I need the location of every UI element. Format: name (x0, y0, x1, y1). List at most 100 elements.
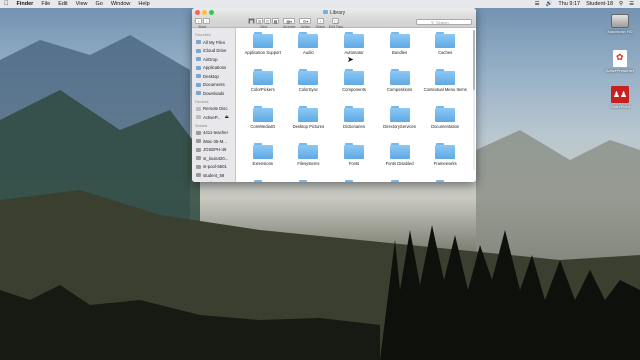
folder-icon (298, 106, 319, 122)
user-name[interactable]: Student-18 (586, 1, 613, 7)
file-browser: Application Support Audio Automator Bundles… (236, 28, 476, 182)
desktop-icon (196, 74, 201, 79)
folder-name: Extensions (252, 161, 274, 166)
menu-edit[interactable]: Edit (58, 1, 67, 7)
sidebar-item-all-my-files[interactable]: All My Files (192, 38, 235, 47)
hard-drive-icon (611, 14, 629, 28)
folder-item[interactable]: Extensions (240, 143, 286, 174)
sidebar-item-shared-0[interactable]: 4411-teacher (192, 129, 235, 138)
eject-icon[interactable]: ⏏ (225, 114, 229, 120)
menu-go[interactable]: Go (96, 1, 103, 7)
sidebar-item-shared-3[interactable]: st_louis420... (192, 154, 235, 163)
search-input[interactable]: ⚲ Search (416, 19, 472, 25)
column-view-button[interactable]: ◫ (264, 18, 271, 24)
folder-item[interactable]: Graphics (240, 180, 286, 182)
folder-item[interactable]: ColorPickers (240, 69, 286, 100)
action-gear-icon[interactable]: ⚙▾ (299, 18, 312, 24)
folder-item[interactable]: Contextual Menu Items (422, 69, 468, 100)
title-bar[interactable]: Library (192, 8, 476, 17)
folder-item[interactable]: Desktop Pictures (286, 106, 332, 137)
sidebar-item-shared-5[interactable]: student_58 (192, 171, 235, 180)
folder-item[interactable]: CoreMediaIO (240, 106, 286, 137)
sidebar-item-activepresenter[interactable]: ActiveP... ⏏ (192, 113, 235, 122)
sidebar-item-icloud-drive[interactable]: iCloud Drive (192, 47, 235, 56)
spotlight-icon[interactable]: ⚲ (619, 1, 623, 7)
folder-name: Bundles (392, 50, 408, 55)
folder-item[interactable]: Caches (422, 32, 468, 63)
share-icon[interactable]: ↑ (316, 18, 324, 24)
folder-icon (344, 180, 364, 182)
folder-name: Fonts Disabled (385, 161, 414, 166)
folder-item[interactable]: Components (331, 69, 377, 100)
folder-item[interactable]: Frameworks (422, 143, 468, 174)
apple-menu-icon[interactable]:  (4, 1, 9, 7)
finder-window: Library ‹ › Back ▦ ☰ ◫ ▩ View ▦▾ Arrange… (192, 8, 476, 182)
folder-icon (252, 32, 273, 48)
folder-item[interactable]: Image Capture (286, 180, 332, 182)
folder-icon (298, 143, 319, 159)
folder-name: Caches (438, 50, 453, 55)
menu-help[interactable]: Help (138, 1, 149, 7)
menu-view[interactable]: View (76, 1, 88, 7)
folder-name: ColorPickers (250, 87, 275, 92)
people-icon: ♟♟ (611, 86, 629, 103)
folder-item[interactable]: iTunes (422, 180, 468, 182)
folder-item[interactable]: Audio (286, 32, 332, 63)
desktop-icon-activepresenter[interactable]: ActivePresenter (600, 50, 640, 73)
folder-name: Documentation (431, 124, 460, 129)
folder-item[interactable]: Internet Plug-Ins (377, 180, 423, 182)
clock[interactable]: Thu 9:17 (558, 1, 580, 7)
vertical-scrollbar[interactable] (473, 30, 475, 170)
sidebar-item-shared-2[interactable]: JOSEPH-49 (192, 146, 235, 155)
volume-icon[interactable]: 🔊 (546, 1, 553, 7)
folder-icon (389, 143, 410, 159)
menu-file[interactable]: File (41, 1, 50, 7)
folder-item[interactable]: Documentation (422, 106, 468, 137)
folder-item[interactable]: Fonts (331, 143, 377, 174)
notification-center-icon[interactable]: ☰ (629, 1, 634, 7)
folder-item[interactable]: Filesystems (286, 143, 332, 174)
folder-icon (390, 180, 410, 182)
menu-app-name[interactable]: Finder (17, 1, 34, 7)
sidebar-item-documents[interactable]: Documents (192, 81, 235, 90)
sidebar-item-applications[interactable]: Applications (192, 64, 235, 73)
scrollbar-thumb[interactable] (473, 30, 475, 90)
folder-name: DirectoryServices (383, 124, 416, 129)
folder-name: Dictionaries (343, 124, 365, 129)
folder-name: ColorSync (298, 87, 319, 92)
disk-icon (196, 115, 201, 120)
folder-item[interactable]: Dictionaries (331, 106, 377, 137)
back-button[interactable]: ‹ (195, 18, 202, 24)
list-view-button[interactable]: ☰ (256, 18, 263, 24)
folder-item[interactable]: DirectoryServices (377, 106, 423, 137)
sidebar-item-desktop[interactable]: Desktop (192, 72, 235, 81)
sidebar-item-downloads[interactable]: Downloads (192, 89, 235, 98)
folder-name: Components (342, 87, 366, 92)
arrange-button[interactable]: ▦▾ (283, 18, 296, 24)
sidebar-item-shared-6[interactable]: teacher_1 (192, 180, 235, 182)
sidebar-item-airdrop[interactable]: AirDrop (192, 55, 235, 64)
icon-view-button[interactable]: ▦ (248, 18, 255, 24)
folder-item[interactable]: Application Support (240, 32, 286, 63)
disc-icon (196, 106, 201, 111)
folder-item[interactable]: Compositions (377, 69, 423, 100)
folder-icon (435, 32, 456, 48)
sidebar-item-remote-disc[interactable]: Remote Disc (192, 105, 235, 114)
tag-icon[interactable]: ◯ (332, 18, 340, 24)
cover-flow-button[interactable]: ▩ (272, 18, 279, 24)
folder-item[interactable]: Bundles (377, 32, 423, 63)
folder-item[interactable]: Fonts Disabled (377, 143, 423, 174)
folder-item[interactable]: Input Methods (331, 180, 377, 182)
folder-icon (389, 69, 410, 85)
wifi-icon[interactable]: ☰ (535, 1, 540, 7)
sidebar-item-shared-4[interactable]: st-pool-5501 (192, 163, 235, 172)
folder-icon (252, 143, 273, 159)
desktop-icon-sharepoint[interactable]: ♟♟ SharePoint (600, 86, 640, 109)
sidebar: Favorites All My Files iCloud Drive AirD… (192, 28, 236, 182)
desktop-icon-macintosh-hd[interactable]: Macintosh HD (600, 14, 640, 34)
forward-button[interactable]: › (203, 18, 210, 24)
menu-window[interactable]: Window (111, 1, 131, 7)
sidebar-item-shared-1[interactable]: iMac-35-M... (192, 137, 235, 146)
sidebar-heading-devices: Devices (195, 99, 209, 104)
folder-item[interactable]: ColorSync (286, 69, 332, 100)
